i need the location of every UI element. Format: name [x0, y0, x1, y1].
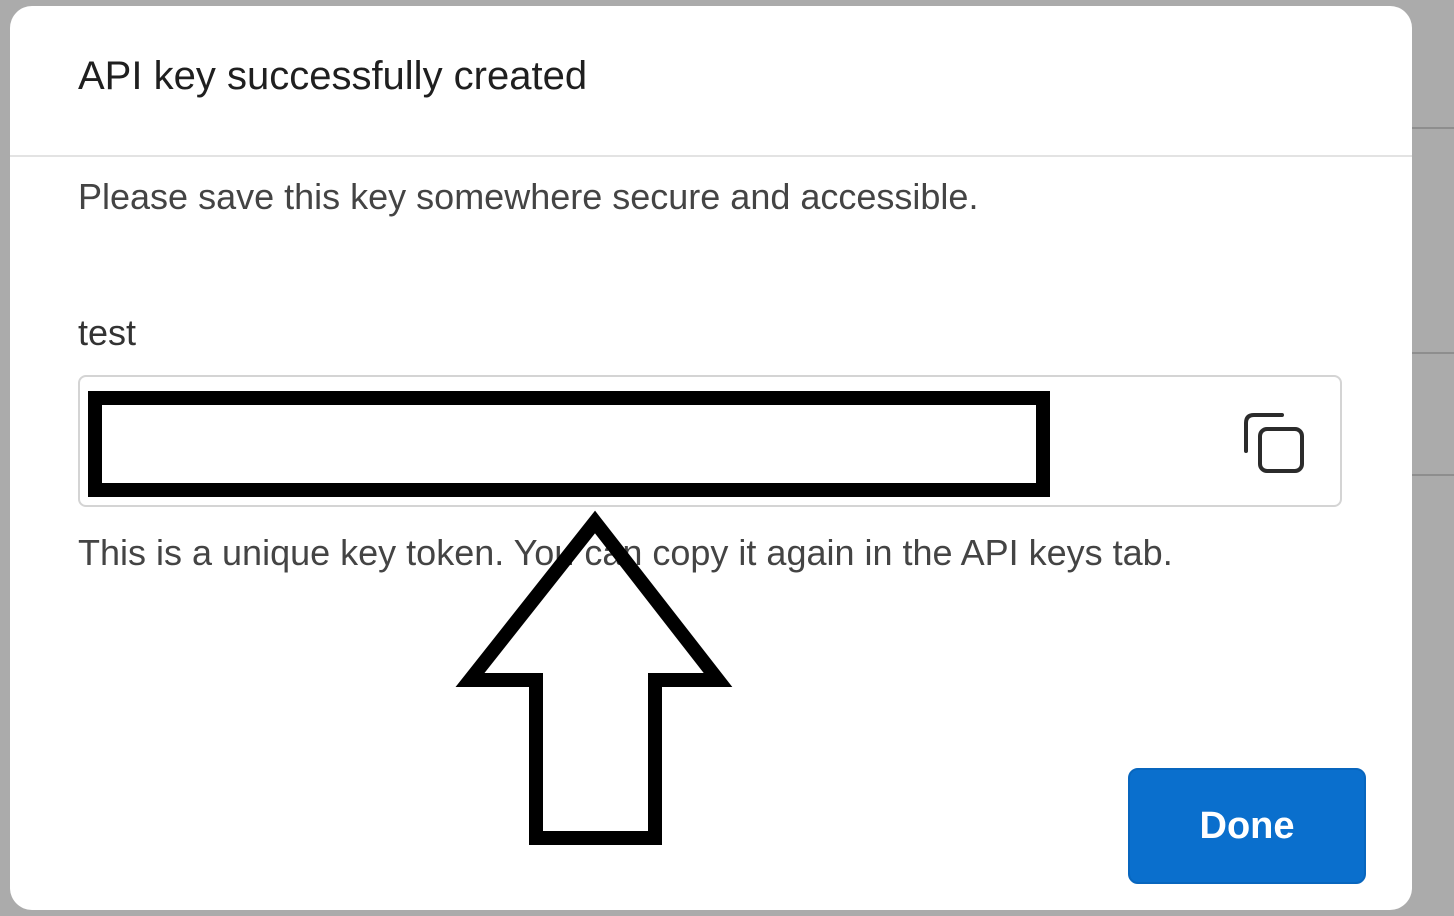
- backdrop-divider: [1410, 474, 1454, 476]
- api-key-field[interactable]: [78, 375, 1342, 507]
- dialog-title: API key successfully created: [78, 54, 588, 98]
- redacted-key-value: [88, 391, 1050, 497]
- backdrop-divider: [1410, 352, 1454, 354]
- backdrop-divider: [1410, 127, 1454, 129]
- helper-text: This is a unique key token. You can copy…: [78, 532, 1173, 573]
- dialog-header: API key successfully created: [10, 6, 1412, 157]
- copy-icon: [1244, 413, 1304, 473]
- copy-key-button[interactable]: [1238, 409, 1310, 481]
- done-button[interactable]: Done: [1128, 768, 1366, 884]
- api-key-dialog: API key successfully created Please save…: [10, 6, 1412, 910]
- dialog-intro-text: Please save this key somewhere secure an…: [78, 176, 979, 217]
- key-name-label: test: [78, 312, 137, 353]
